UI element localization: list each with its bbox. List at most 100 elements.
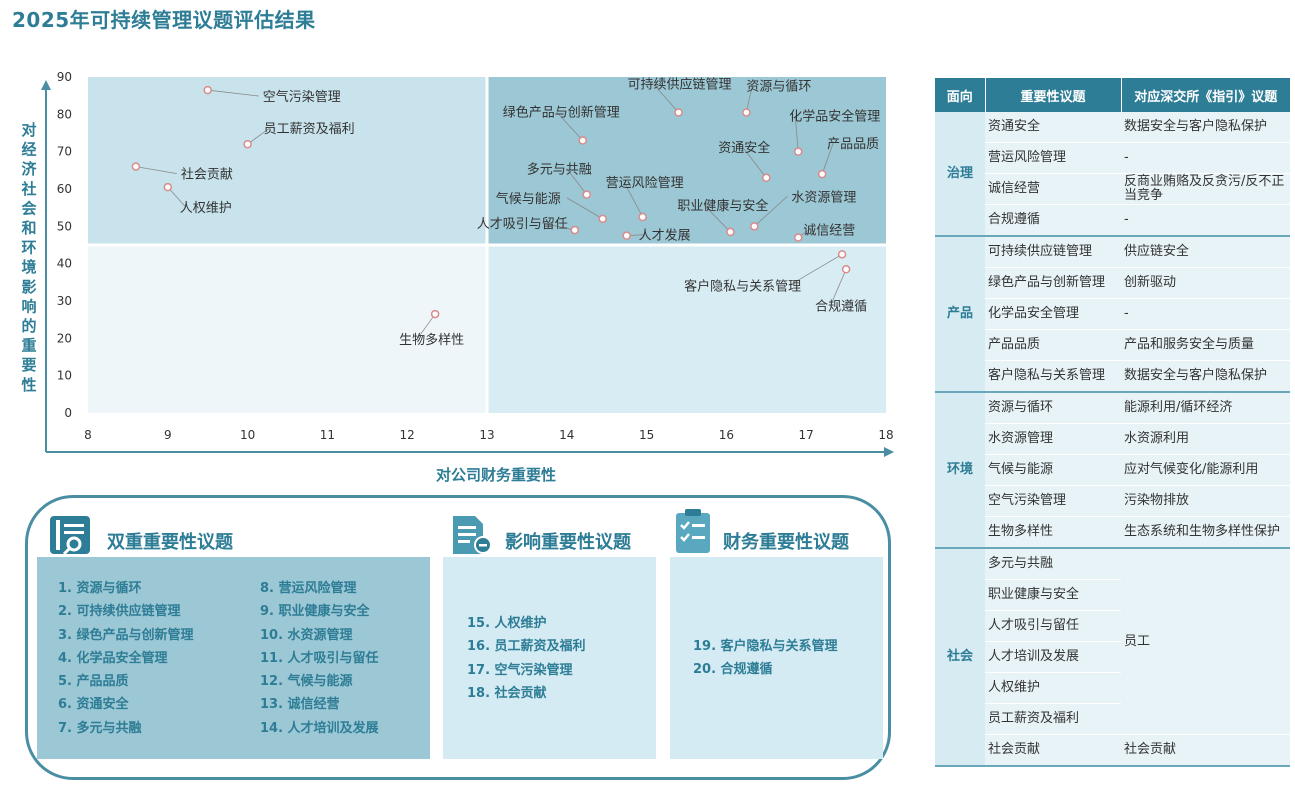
data-label: 水资源管理 — [791, 190, 856, 205]
x-tick-label: 16 — [719, 428, 734, 442]
data-label: 社会贡献 — [181, 167, 233, 183]
data-point — [598, 214, 607, 224]
list-item: 19. 客户隐私与关系管理 — [693, 639, 838, 654]
y-axis-title-char: 经 — [21, 141, 36, 159]
data-point — [750, 222, 759, 231]
data-label: 诚信经营 — [803, 224, 855, 239]
list-item: 10. 水资源管理 — [260, 627, 353, 643]
financial-materiality-heading: 财务重要性议题 — [723, 532, 849, 553]
data-label: 合规遵循 — [815, 298, 867, 314]
table-row: 化学品安全管理 - — [935, 298, 1290, 330]
x-tick-label: 12 — [400, 428, 415, 442]
data-label: 空气污染管理 — [263, 89, 341, 105]
y-tick-label: 0 — [64, 406, 72, 420]
data-label: 职业健康与安全 — [677, 198, 768, 214]
table-guide-cell: 员工 — [1121, 548, 1290, 735]
x-tick-label: 11 — [320, 428, 335, 442]
data-point — [582, 190, 591, 199]
data-label: 人才发展 — [639, 228, 691, 244]
table-topic-cell: 气候与能源 — [985, 454, 1121, 486]
table-header-cell: 面向 — [935, 78, 985, 112]
table-row: 产品 可持续供应链管理 供应链安全 — [935, 236, 1290, 393]
table-row: 绿色产品与创新管理 创新驱动 — [935, 267, 1290, 299]
y-axis-title-char: 响 — [21, 297, 36, 315]
list-item: 15. 人权维护 — [467, 616, 547, 631]
table-header-cell: 对应深交所《指引》议题 — [1120, 78, 1290, 112]
table-guide-cell: 数据安全与客户隐私保护 — [1121, 360, 1290, 393]
table-area-cell: 治理 — [935, 112, 985, 237]
y-axis-title-char: 环 — [21, 239, 36, 257]
data-point — [742, 108, 751, 117]
y-axis-title: 对经济社会和环境影响的重要性 — [20, 121, 37, 394]
table-topic-cell: 生物多样性 — [985, 516, 1121, 549]
data-point — [243, 139, 252, 149]
y-axis-title-char: 会 — [21, 199, 36, 217]
data-label: 气候与能源 — [496, 191, 561, 207]
data-point — [726, 227, 735, 237]
data-point — [570, 225, 580, 235]
y-axis-title-char: 济 — [21, 160, 37, 178]
table-topic-cell: 客户隐私与关系管理 — [985, 360, 1121, 393]
table-topic-cell: 人权维护 — [985, 672, 1121, 704]
list-item: 7. 多元与共融 — [58, 720, 142, 736]
list-item: 4. 化学品安全管理 — [58, 650, 168, 666]
y-axis-title-char: 对 — [21, 121, 36, 139]
clipboard-checklist-icon — [676, 509, 710, 553]
y-tick-label: 90 — [57, 70, 72, 84]
document-minus-icon — [453, 516, 492, 554]
data-point — [622, 231, 631, 240]
table-row: 空气污染管理 污染物排放 — [935, 485, 1290, 517]
data-label: 人权维护 — [180, 200, 232, 216]
list-item: 13. 诚信经营 — [260, 697, 340, 713]
x-tick-label: 13 — [479, 428, 494, 442]
y-axis-title-char: 性 — [21, 376, 36, 394]
data-label: 营运风险管理 — [606, 176, 684, 191]
table-row: 治理 资通安全 数据安全与客户隐私保护 — [935, 112, 1290, 237]
table-guide-cell: 应对气候变化/能源利用 — [1121, 454, 1290, 486]
y-tick-label: 40 — [57, 257, 72, 271]
data-point — [578, 136, 588, 145]
list-item: 20. 合规遵循 — [693, 662, 773, 678]
y-axis-title-char: 的 — [21, 317, 36, 335]
data-label: 人才吸引与留任 — [477, 217, 568, 232]
data-point — [163, 182, 173, 192]
data-point — [203, 85, 212, 95]
topic-mapping-table: 面向 重要性议题 对应深交所《指引》议题 治理 资通安全 数据安全与客户隐私保护 营运风险… — [935, 78, 1290, 767]
data-point — [793, 233, 803, 242]
x-tick-label: 17 — [799, 428, 814, 442]
x-tick-label: 15 — [639, 428, 654, 442]
table-guide-cell: - — [1121, 142, 1290, 174]
double-materiality-list-1: 1. 资源与循环 2. 可持续供应链管理 3. 绿色产品与创新管理 4. 化学品安全管… — [58, 577, 194, 740]
quadrant-bottom-right — [487, 245, 886, 413]
x-axis-title: 对公司财务重要性 — [436, 466, 556, 484]
table-topic-cell: 诚信经营 — [985, 173, 1121, 205]
table-row: 产品品质 产品和服务安全与质量 — [935, 329, 1290, 361]
table-topic-cell: 绿色产品与创新管理 — [985, 267, 1121, 299]
table-row: 水资源管理 水资源利用 — [935, 423, 1290, 455]
table-guide-cell: 能源利用/循环经济 — [1121, 392, 1290, 424]
list-item: 3. 绿色产品与创新管理 — [58, 627, 194, 643]
impact-materiality-heading: 影响重要性议题 — [505, 532, 631, 553]
table-guide-cell: - — [1121, 204, 1290, 237]
table-area-cell: 产品 — [935, 236, 985, 393]
table-topic-cell: 产品品质 — [985, 329, 1121, 361]
table-topic-cell: 空气污染管理 — [985, 485, 1121, 517]
financial-materiality-list: 19. 客户隐私与关系管理 20. 合规遵循 — [693, 635, 838, 682]
data-label: 化学品安全管理 — [789, 109, 880, 125]
table-header-cell: 重要性议题 — [984, 78, 1121, 112]
data-label: 绿色产品与创新管理 — [503, 104, 620, 120]
data-point — [674, 108, 683, 117]
table-topic-cell: 社会贡献 — [985, 734, 1121, 767]
table-guide-cell: 水资源利用 — [1121, 423, 1290, 455]
data-label: 多元与共融 — [527, 162, 592, 178]
x-axis-arrow — [884, 447, 894, 457]
data-point — [638, 212, 647, 222]
list-item: 17. 空气污染管理 — [467, 662, 573, 678]
list-item: 9. 职业健康与安全 — [260, 604, 370, 620]
table-topic-cell: 人才培训及发展 — [985, 641, 1121, 673]
list-item: 11. 人才吸引与留任 — [260, 650, 379, 666]
data-label: 生物多样性 — [399, 332, 464, 348]
y-axis-title-char: 境 — [21, 258, 36, 276]
table-topic-cell: 员工薪资及福利 — [985, 703, 1121, 735]
table-topic-cell: 水资源管理 — [985, 423, 1121, 455]
